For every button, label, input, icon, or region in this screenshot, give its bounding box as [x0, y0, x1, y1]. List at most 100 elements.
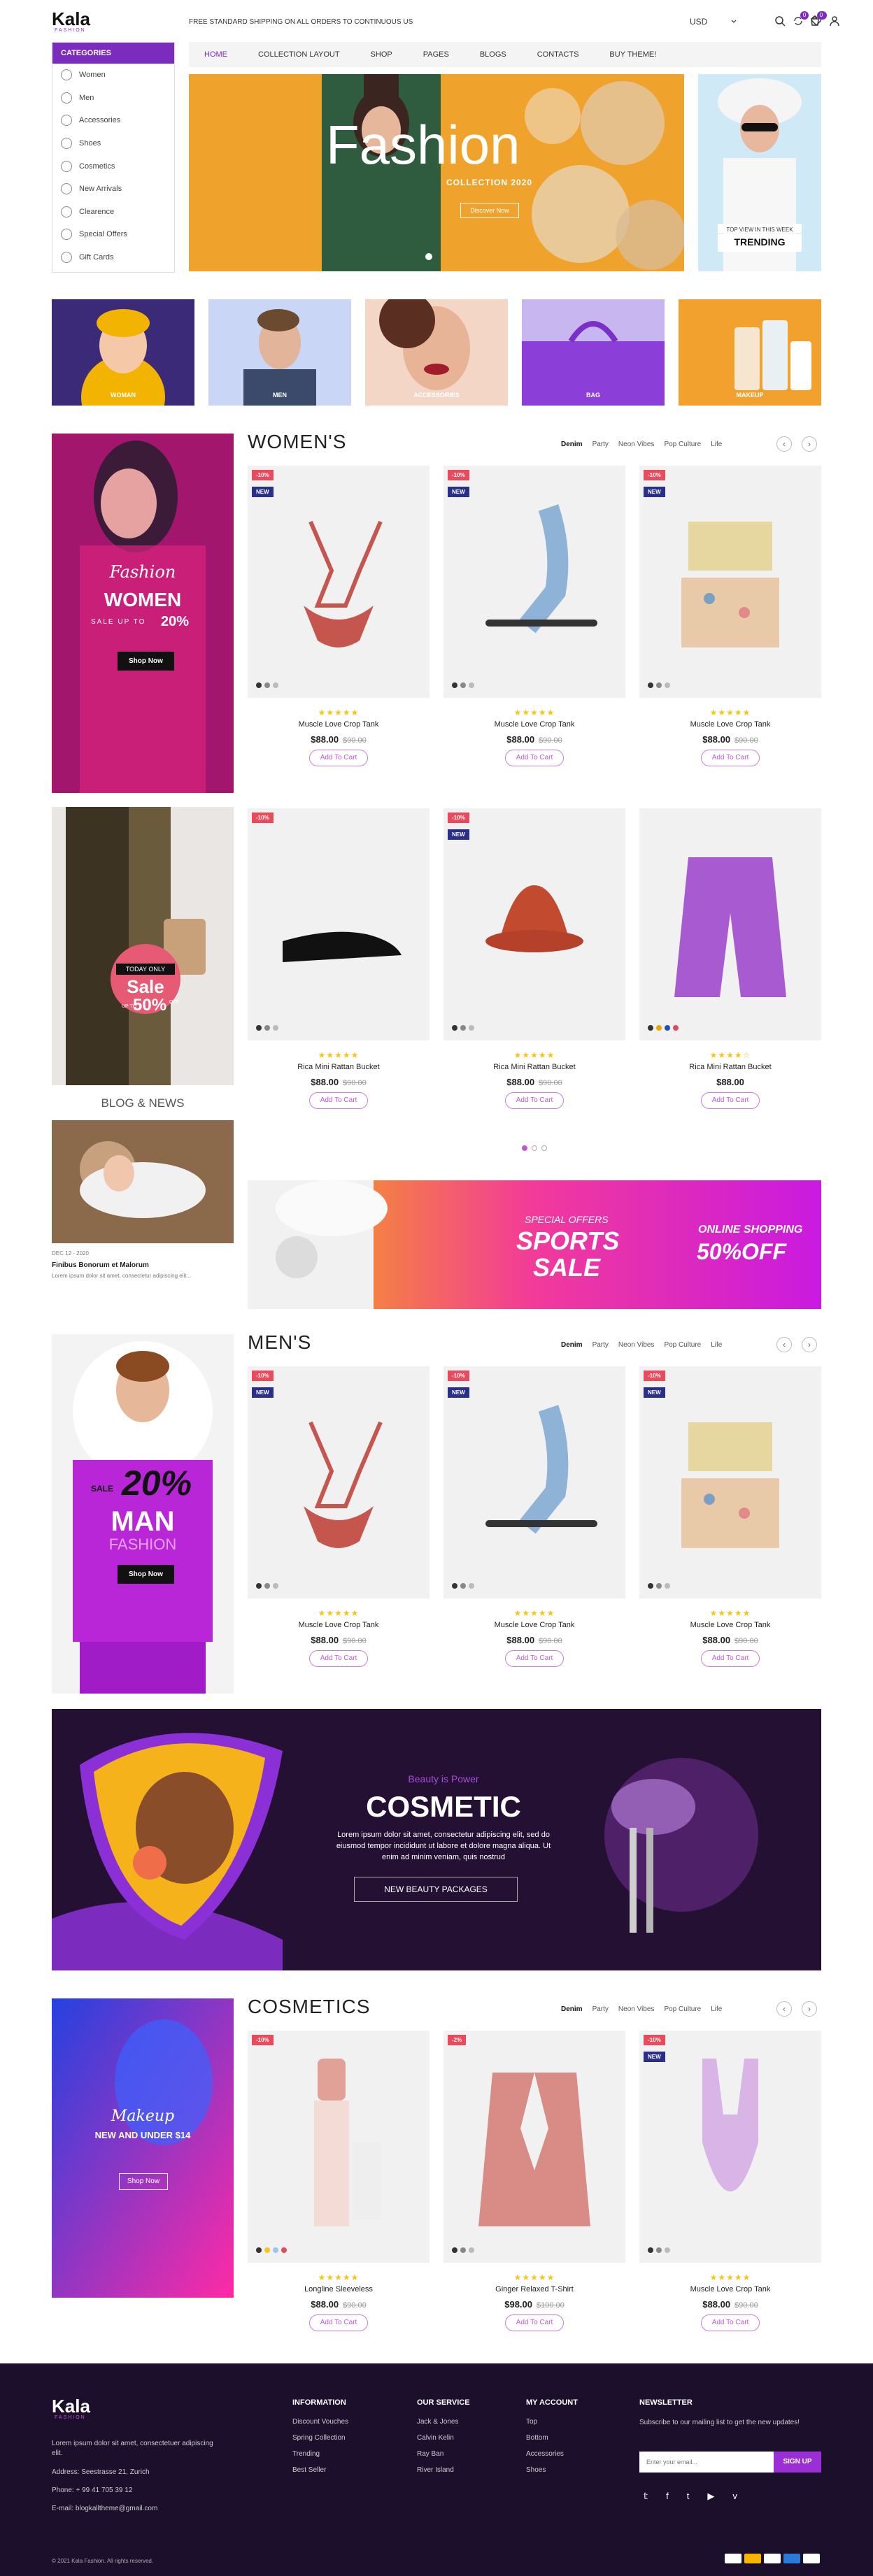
color-swatch[interactable] — [469, 682, 474, 688]
product-image[interactable]: -10% NEW — [639, 1366, 821, 1598]
footer-email[interactable]: E-mail: blogkalltheme@gmail.com — [52, 2505, 157, 2512]
add-to-cart-button[interactable]: Add To Cart — [505, 2314, 564, 2331]
product-name[interactable]: Rica Mini Rattan Bucket — [443, 1063, 625, 1071]
product-name[interactable]: Muscle Love Crop Tank — [639, 720, 821, 729]
section-tab[interactable]: Party — [592, 2005, 609, 2013]
color-swatch[interactable] — [264, 2247, 270, 2253]
nav-item[interactable]: SHOP — [371, 42, 392, 67]
logo[interactable]: Kala — [52, 8, 90, 30]
section-tab[interactable]: Neon Vibes — [618, 1341, 655, 1349]
footer-logo[interactable]: Kala — [52, 2396, 90, 2417]
add-to-cart-button[interactable]: Add To Cart — [309, 2314, 368, 2331]
product-name[interactable]: Muscle Love Crop Tank — [248, 1621, 430, 1629]
color-swatch[interactable] — [256, 2247, 262, 2253]
section-tab[interactable]: Party — [592, 441, 609, 448]
product-card[interactable]: -10% NEW ★★★★★ Muscle Love Crop Tank $88.00 $… — [639, 1366, 821, 1688]
footer-link[interactable]: Best Seller — [292, 2466, 348, 2474]
color-swatch[interactable] — [673, 1025, 679, 1031]
product-name[interactable]: Longline Sleeveless — [248, 2285, 430, 2294]
product-image[interactable]: -10% NEW — [443, 808, 625, 1040]
color-swatch[interactable] — [273, 1025, 278, 1031]
color-swatch[interactable] — [256, 1583, 262, 1589]
footer-link[interactable]: River Island — [417, 2466, 470, 2474]
section-tab[interactable]: Life — [711, 441, 722, 448]
women-shop-now-button[interactable]: Shop Now — [118, 652, 174, 671]
cosmetic-button[interactable]: NEW BEAUTY PACKAGES — [354, 1877, 518, 1902]
newsletter-signup-button[interactable]: SIGN UP — [774, 2452, 821, 2473]
color-swatch[interactable] — [469, 2247, 474, 2253]
section-tab[interactable]: Denim — [561, 2005, 583, 2013]
add-to-cart-button[interactable]: Add To Cart — [309, 1092, 368, 1109]
color-swatch[interactable] — [452, 2247, 457, 2253]
blog-post-title[interactable]: Finibus Bonorum et Malorum — [52, 1261, 149, 1269]
section-tab[interactable]: Pop Culture — [664, 441, 701, 448]
category-tile-woman[interactable]: WOMAN — [52, 299, 194, 406]
category-item[interactable]: Accessories — [52, 109, 174, 132]
color-swatch[interactable] — [256, 682, 262, 688]
product-image[interactable]: -10% NEW — [248, 1366, 430, 1598]
hero-banner[interactable]: Fashion COLLECTION 2020 Discover Now — [189, 74, 684, 271]
product-name[interactable]: Muscle Love Crop Tank — [443, 1621, 625, 1629]
color-swatch[interactable] — [648, 1583, 653, 1589]
add-to-cart-button[interactable]: Add To Cart — [701, 750, 760, 766]
section-tab[interactable]: Pop Culture — [664, 1341, 701, 1349]
color-swatch[interactable] — [665, 682, 670, 688]
color-swatch[interactable] — [452, 682, 457, 688]
user-icon[interactable] — [828, 15, 841, 28]
category-item[interactable]: Special Offers — [52, 223, 174, 246]
product-card[interactable]: ★★★★☆ Rica Mini Rattan Bucket $88.00 Add To… — [639, 808, 821, 1130]
newsletter-email-input[interactable] — [639, 2452, 774, 2473]
footer-link[interactable]: Jack & Jones — [417, 2418, 470, 2426]
section-tab[interactable]: Neon Vibes — [618, 441, 655, 448]
cosmetics-prev-arrow[interactable]: ‹ — [776, 2001, 792, 2017]
cosmetics-shop-now-button[interactable]: Shop Now — [119, 2173, 168, 2190]
youtube-icon[interactable]: ▶ — [707, 2491, 714, 2502]
hero-dot-active[interactable] — [425, 253, 432, 260]
cart-icon[interactable]: 0 — [809, 11, 825, 28]
product-image[interactable]: -10% NEW — [443, 1366, 625, 1598]
product-image[interactable]: -10% — [248, 808, 430, 1040]
nav-item[interactable]: PAGES — [423, 42, 449, 67]
color-swatch[interactable] — [256, 1025, 262, 1031]
men-promo-banner[interactable]: SALE 20% MAN FASHION Shop Now — [52, 1334, 234, 1694]
women-next-arrow[interactable]: › — [802, 436, 817, 452]
color-swatch[interactable] — [460, 682, 466, 688]
color-swatch[interactable] — [460, 1025, 466, 1031]
color-swatch[interactable] — [665, 2247, 670, 2253]
footer-link[interactable]: Spring Collection — [292, 2434, 348, 2442]
category-item[interactable]: Shoes — [52, 132, 174, 155]
nav-item[interactable]: COLLECTION LAYOUT — [258, 42, 340, 67]
product-image[interactable]: -10% NEW — [443, 466, 625, 698]
women-prev-arrow[interactable]: ‹ — [776, 436, 792, 452]
product-image[interactable]: -10% NEW — [639, 466, 821, 698]
section-tab[interactable]: Neon Vibes — [618, 2005, 655, 2013]
add-to-cart-button[interactable]: Add To Cart — [701, 2314, 760, 2331]
color-swatch[interactable] — [656, 1583, 662, 1589]
category-item[interactable]: Men — [52, 87, 174, 110]
footer-link[interactable]: Top — [526, 2418, 578, 2426]
color-swatch[interactable] — [665, 1025, 670, 1031]
carousel-dot[interactable] — [541, 1145, 547, 1151]
section-tab[interactable]: Life — [711, 1341, 722, 1349]
add-to-cart-button[interactable]: Add To Cart — [701, 1650, 760, 1667]
color-swatch[interactable] — [273, 682, 278, 688]
section-tab[interactable]: Denim — [561, 441, 583, 448]
product-card[interactable]: -2% ★★★★★ Ginger Relaxed T-Shirt $98.00 $100… — [443, 2031, 625, 2352]
product-card[interactable]: -10% ★★★★★ Rica Mini Rattan Bucket $88.00 $9… — [248, 808, 430, 1130]
men-prev-arrow[interactable]: ‹ — [776, 1337, 792, 1352]
add-to-cart-button[interactable]: Add To Cart — [701, 1092, 760, 1109]
footer-link[interactable]: Bottom — [526, 2434, 578, 2442]
product-name[interactable]: Muscle Love Crop Tank — [248, 720, 430, 729]
product-name[interactable]: Muscle Love Crop Tank — [639, 1621, 821, 1629]
product-name[interactable]: Muscle Love Crop Tank — [443, 720, 625, 729]
product-image[interactable]: -10% NEW — [248, 466, 430, 698]
cosmetics-next-arrow[interactable]: › — [802, 2001, 817, 2017]
add-to-cart-button[interactable]: Add To Cart — [505, 750, 564, 766]
footer-link[interactable]: Discount Vouches — [292, 2418, 348, 2426]
color-swatch[interactable] — [648, 682, 653, 688]
sports-sale-banner[interactable]: SPECIAL OFFERS SPORTS SALE ONLINE SHOPPI… — [248, 1180, 821, 1309]
category-item[interactable]: Women — [52, 64, 174, 87]
section-tab[interactable]: Pop Culture — [664, 2005, 701, 2013]
product-name[interactable]: Rica Mini Rattan Bucket — [639, 1063, 821, 1071]
category-tile-makeup[interactable]: MAKEUP — [679, 299, 821, 406]
